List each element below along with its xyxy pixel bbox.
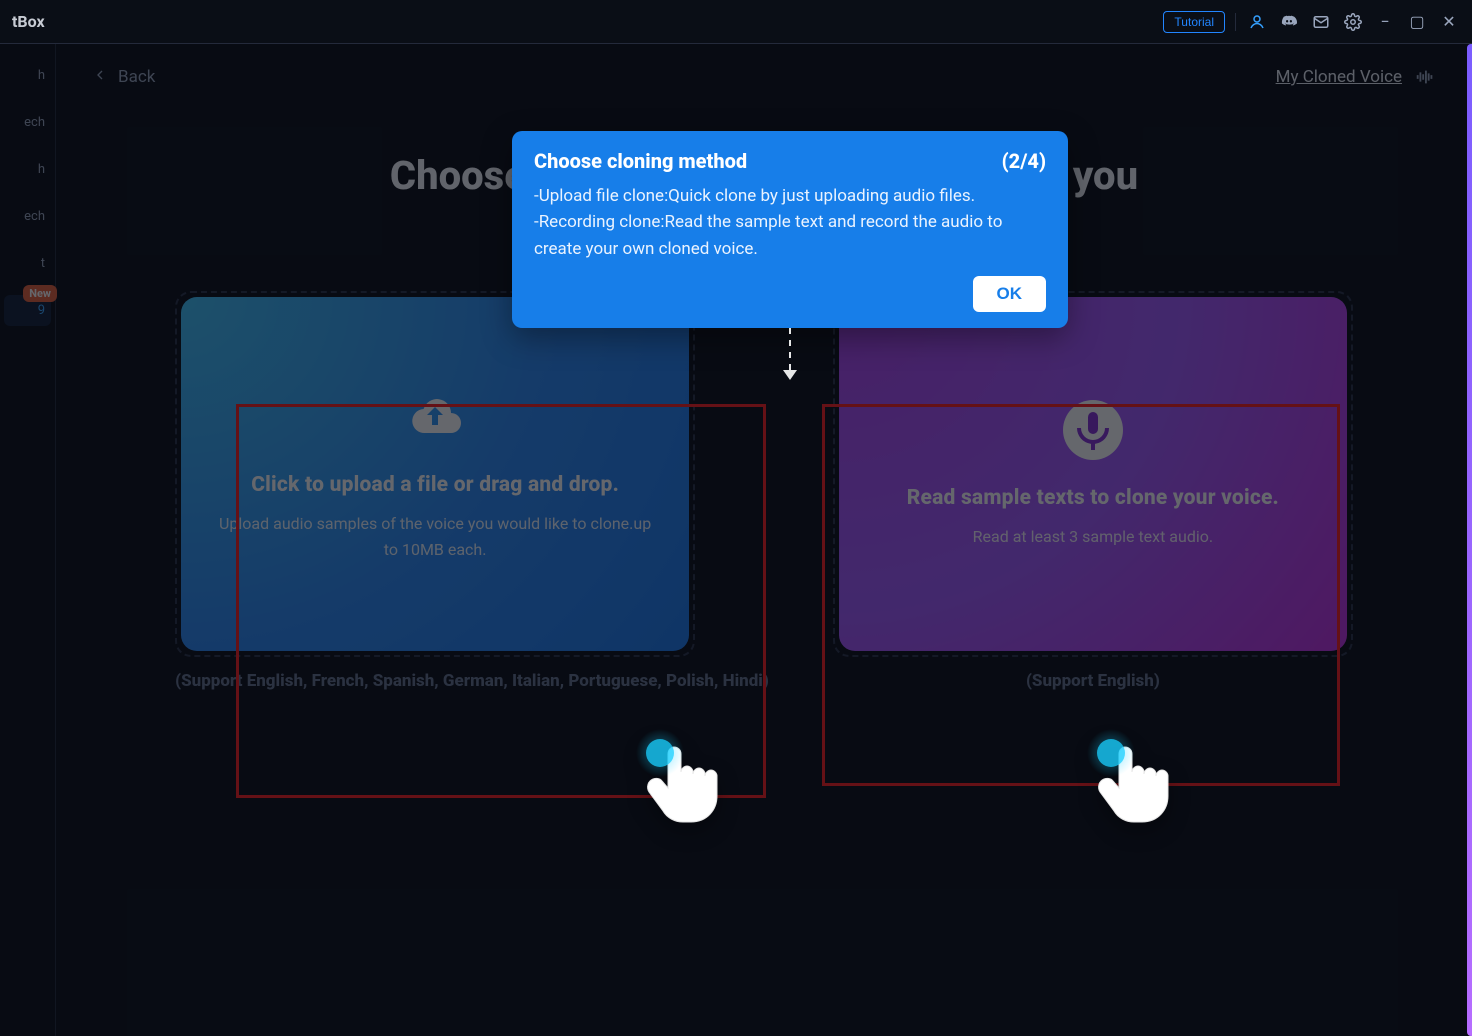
popover-body: -Upload file clone:Quick clone by just u… [534, 183, 1046, 262]
scrollbar-right[interactable] [1467, 44, 1472, 1036]
discord-icon[interactable] [1278, 11, 1300, 33]
popover-step: (2/4) [1002, 149, 1046, 173]
divider [1235, 13, 1236, 31]
click-pulse-icon [646, 739, 674, 767]
app-title: tBox [12, 12, 45, 31]
app-header: tBox Tutorial − ▢ ✕ [0, 0, 1472, 44]
hand-pointer-record [1083, 733, 1179, 829]
popover-line1: -Upload file clone:Quick clone by just u… [534, 183, 1046, 209]
tutorial-button[interactable]: Tutorial [1163, 11, 1225, 33]
hand-pointer-upload [632, 733, 728, 829]
popover-line2: -Recording clone:Read the sample text an… [534, 209, 1046, 262]
click-pulse-icon [1097, 739, 1125, 767]
window-maximize[interactable]: ▢ [1406, 11, 1428, 33]
popover-title: Choose cloning method [534, 149, 747, 173]
window-close[interactable]: ✕ [1438, 11, 1460, 33]
header-right: Tutorial − ▢ ✕ [1163, 11, 1460, 33]
onboarding-popover: Choose cloning method (2/4) -Upload file… [512, 131, 1068, 328]
popover-arrow-icon [789, 328, 791, 372]
window-minimize[interactable]: − [1374, 11, 1396, 33]
gear-icon[interactable] [1342, 11, 1364, 33]
app-title-text: tBox [12, 12, 45, 31]
mail-icon[interactable] [1310, 11, 1332, 33]
popover-header: Choose cloning method (2/4) [534, 149, 1046, 173]
popover-ok-button[interactable]: OK [973, 276, 1047, 312]
account-icon[interactable] [1246, 11, 1268, 33]
